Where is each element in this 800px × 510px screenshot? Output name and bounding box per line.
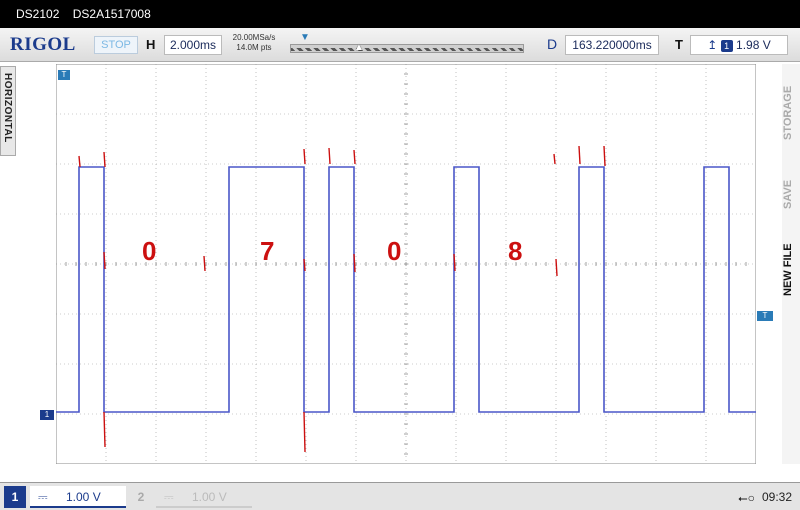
- channel1-ground-marker[interactable]: 1: [40, 410, 54, 420]
- run-stop-status[interactable]: STOP: [94, 36, 138, 54]
- channel1-chip[interactable]: 1 ⎓ 1.00 V: [4, 486, 128, 508]
- horizontal-menu-label: HORIZONTAL: [2, 73, 13, 143]
- glitch-mark: [453, 253, 456, 272]
- trigger-top-marker: T: [58, 70, 70, 80]
- delay-value[interactable]: 163.220000ms: [565, 35, 659, 55]
- trigger-position-marker: ▼: [300, 32, 310, 43]
- trigger-level-marker[interactable]: T: [757, 311, 773, 321]
- glitch-mark: [303, 411, 306, 453]
- trigger-source-badge: 1: [720, 40, 733, 52]
- horizontal-menu-tab[interactable]: HORIZONTAL: [0, 66, 16, 156]
- channel1-scale-value: 1.00 V: [66, 490, 101, 504]
- waveform-canvas: 0 7 0 8: [56, 64, 756, 464]
- channel2-chip[interactable]: 2 ⎓ 1.00 V: [130, 486, 254, 508]
- trigger-label: T: [675, 37, 683, 52]
- top-toolbar: RIGOL STOP H 2.000ms 20.00MSa/s 14.0M pt…: [0, 28, 800, 62]
- memory-depth: 14.0M pts: [236, 43, 272, 52]
- annotation-digit: 8: [508, 236, 522, 266]
- channel1-number: 1: [4, 486, 26, 508]
- glitch-mark: [553, 153, 556, 165]
- annotation-digit: 0: [142, 236, 156, 266]
- channel1-scale: ⎓ 1.00 V: [30, 486, 126, 508]
- glitch-mark: [303, 258, 306, 272]
- menu-item-storage[interactable]: STORAGE: [782, 68, 800, 158]
- menu-item-save[interactable]: SAVE: [782, 164, 800, 224]
- usb-icon: ⭠○: [738, 491, 755, 505]
- glitch-mark: [78, 155, 81, 168]
- title-bar: DS2102 DS2A1517008: [0, 0, 800, 28]
- timebase-value[interactable]: 2.000ms: [164, 35, 222, 55]
- annotation-digit: 7: [260, 236, 274, 266]
- trigger-settings[interactable]: ↥ 1 1.98 V: [690, 35, 788, 55]
- serial-number: DS2A1517008: [72, 7, 151, 21]
- annotation-digit: 0: [387, 236, 401, 266]
- acquisition-info: 20.00MSa/s 14.0M pts: [226, 33, 282, 53]
- rising-edge-icon: ↥: [707, 38, 718, 52]
- glitch-mark: [303, 148, 306, 165]
- glitch-mark: [103, 251, 106, 270]
- brand-logo: RIGOL: [10, 34, 76, 55]
- waveform-display: 0 7 0 8: [56, 64, 756, 464]
- dc-coupling-icon: ⎓: [164, 490, 174, 504]
- delay-label: D: [547, 36, 558, 52]
- trigger-level: 1.98 V: [736, 38, 771, 52]
- menu-item-new-file[interactable]: NEW FILE: [782, 230, 800, 310]
- glitch-mark: [353, 149, 356, 165]
- storage-menu: STORAGE SAVE NEW FILE: [782, 64, 800, 464]
- channel2-scale-value: 1.00 V: [192, 490, 227, 504]
- clock: 09:32: [762, 490, 793, 504]
- channel2-number: 2: [137, 490, 145, 504]
- glitch-mark: [203, 255, 206, 272]
- glitch-mark: [328, 147, 331, 165]
- status-bar: 1 ⎓ 1.00 V 2 ⎓ 1.00 V ⭠○ 09:32: [0, 482, 800, 510]
- glitch-mark: [578, 145, 581, 165]
- glitch-mark: [555, 258, 558, 277]
- glitch-mark: [353, 253, 356, 273]
- glitch-mark: [603, 145, 606, 167]
- memory-position-bar[interactable]: [290, 44, 524, 53]
- dc-coupling-icon: ⎓: [38, 490, 48, 504]
- model-name: DS2102: [16, 7, 60, 21]
- horizontal-label: H: [146, 37, 156, 52]
- view-window-marker: ▲: [354, 42, 364, 53]
- glitch-mark: [103, 411, 106, 448]
- sample-rate: 20.00MSa/s: [232, 33, 276, 42]
- channel2-scale: ⎓ 1.00 V: [156, 486, 252, 508]
- glitch-mark: [103, 151, 106, 168]
